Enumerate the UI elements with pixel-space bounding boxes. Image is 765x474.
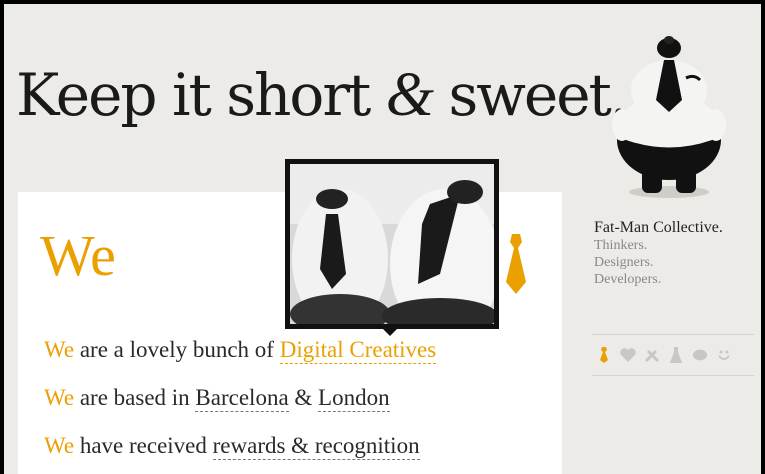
- we-word: We: [44, 385, 75, 410]
- we-statements: We are a lovely bunch of Digital Creativ…: [44, 337, 564, 474]
- link-digital-creatives[interactable]: Digital Creatives: [279, 337, 437, 364]
- brand-role-thinkers: Thinkers.: [594, 238, 648, 253]
- link-rewards-recognition[interactable]: rewards & recognition: [212, 433, 420, 460]
- statement-text: are a lovely bunch of: [74, 337, 280, 362]
- brand-role-developers: Developers.: [594, 272, 662, 287]
- statement-row: We are based in Barcelona & London: [44, 385, 564, 433]
- headline-ampersand: &: [385, 61, 434, 129]
- headline-part-2: sweet.: [432, 61, 628, 129]
- brand-info: Fat-Man Collective. Thinkers. Designers.…: [594, 219, 759, 288]
- brain-icon[interactable]: [692, 347, 708, 363]
- we-word: We: [44, 337, 75, 362]
- smiley-icon[interactable]: [716, 347, 732, 363]
- heart-icon[interactable]: [620, 347, 636, 363]
- statement-text: have received: [74, 433, 213, 458]
- fat-man-mascot-logo: [612, 36, 726, 198]
- page-frame: Keep it short & sweet. Fat-Man Collectiv…: [4, 4, 761, 474]
- tools-icon[interactable]: [644, 347, 660, 363]
- headline-part-1: Keep it short: [16, 61, 386, 129]
- statement-conjunction: &: [288, 385, 319, 410]
- mascot-photo-illustration: [290, 164, 494, 324]
- tie-icon[interactable]: [596, 347, 612, 363]
- tooltip-arrow: [382, 328, 398, 336]
- section-title-we: We: [40, 223, 116, 288]
- brand-title: Fat-Man Collective.: [594, 219, 723, 236]
- statement-row: We have received rewards & recognition: [44, 433, 564, 474]
- statement-text: are based in: [74, 385, 196, 410]
- page-headline: Keep it short & sweet.: [16, 60, 628, 131]
- statement-row: We are a lovely bunch of Digital Creativ…: [44, 337, 564, 385]
- brand-role-designers: Designers.: [594, 255, 654, 270]
- link-london[interactable]: London: [318, 385, 390, 412]
- mascot-photo: [290, 164, 494, 324]
- flask-icon[interactable]: [668, 347, 684, 363]
- tie-icon-accent: [506, 234, 526, 294]
- digital-creatives-tooltip: [285, 159, 499, 329]
- nav-icon-row: [592, 334, 754, 376]
- link-barcelona[interactable]: Barcelona: [195, 385, 289, 412]
- we-word: We: [44, 433, 75, 458]
